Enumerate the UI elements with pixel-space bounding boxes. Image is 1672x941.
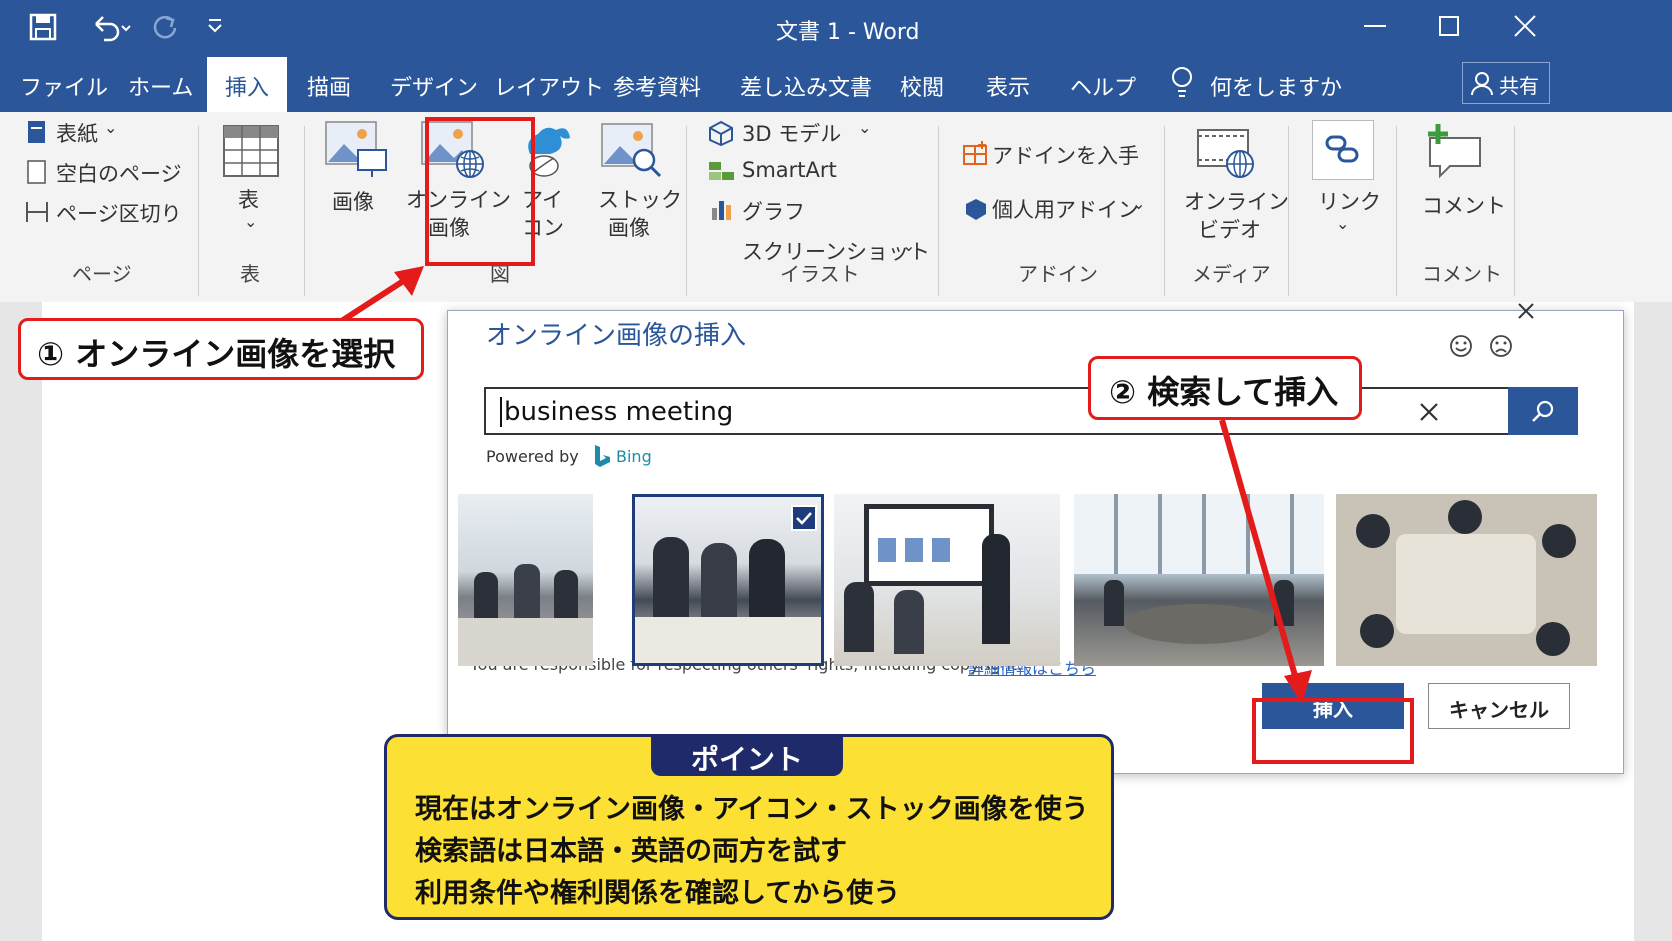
step2-callout: ② 検索して挿入 [1088,356,1362,420]
point-line-1: 現在はオンライン画像・アイコン・ストック画像を使う [415,794,1089,825]
point-line-2: 検索語は日本語・英語の両方を試す [415,836,847,867]
step1-callout: ① オンライン画像を選択 [18,318,424,380]
point-box: ポイント 現在はオンライン画像・アイコン・ストック画像を使う 検索語は日本語・英… [384,734,1114,920]
point-title: ポイント [651,734,843,776]
point-line-3: 利用条件や権利関係を確認してから使う [415,878,901,909]
